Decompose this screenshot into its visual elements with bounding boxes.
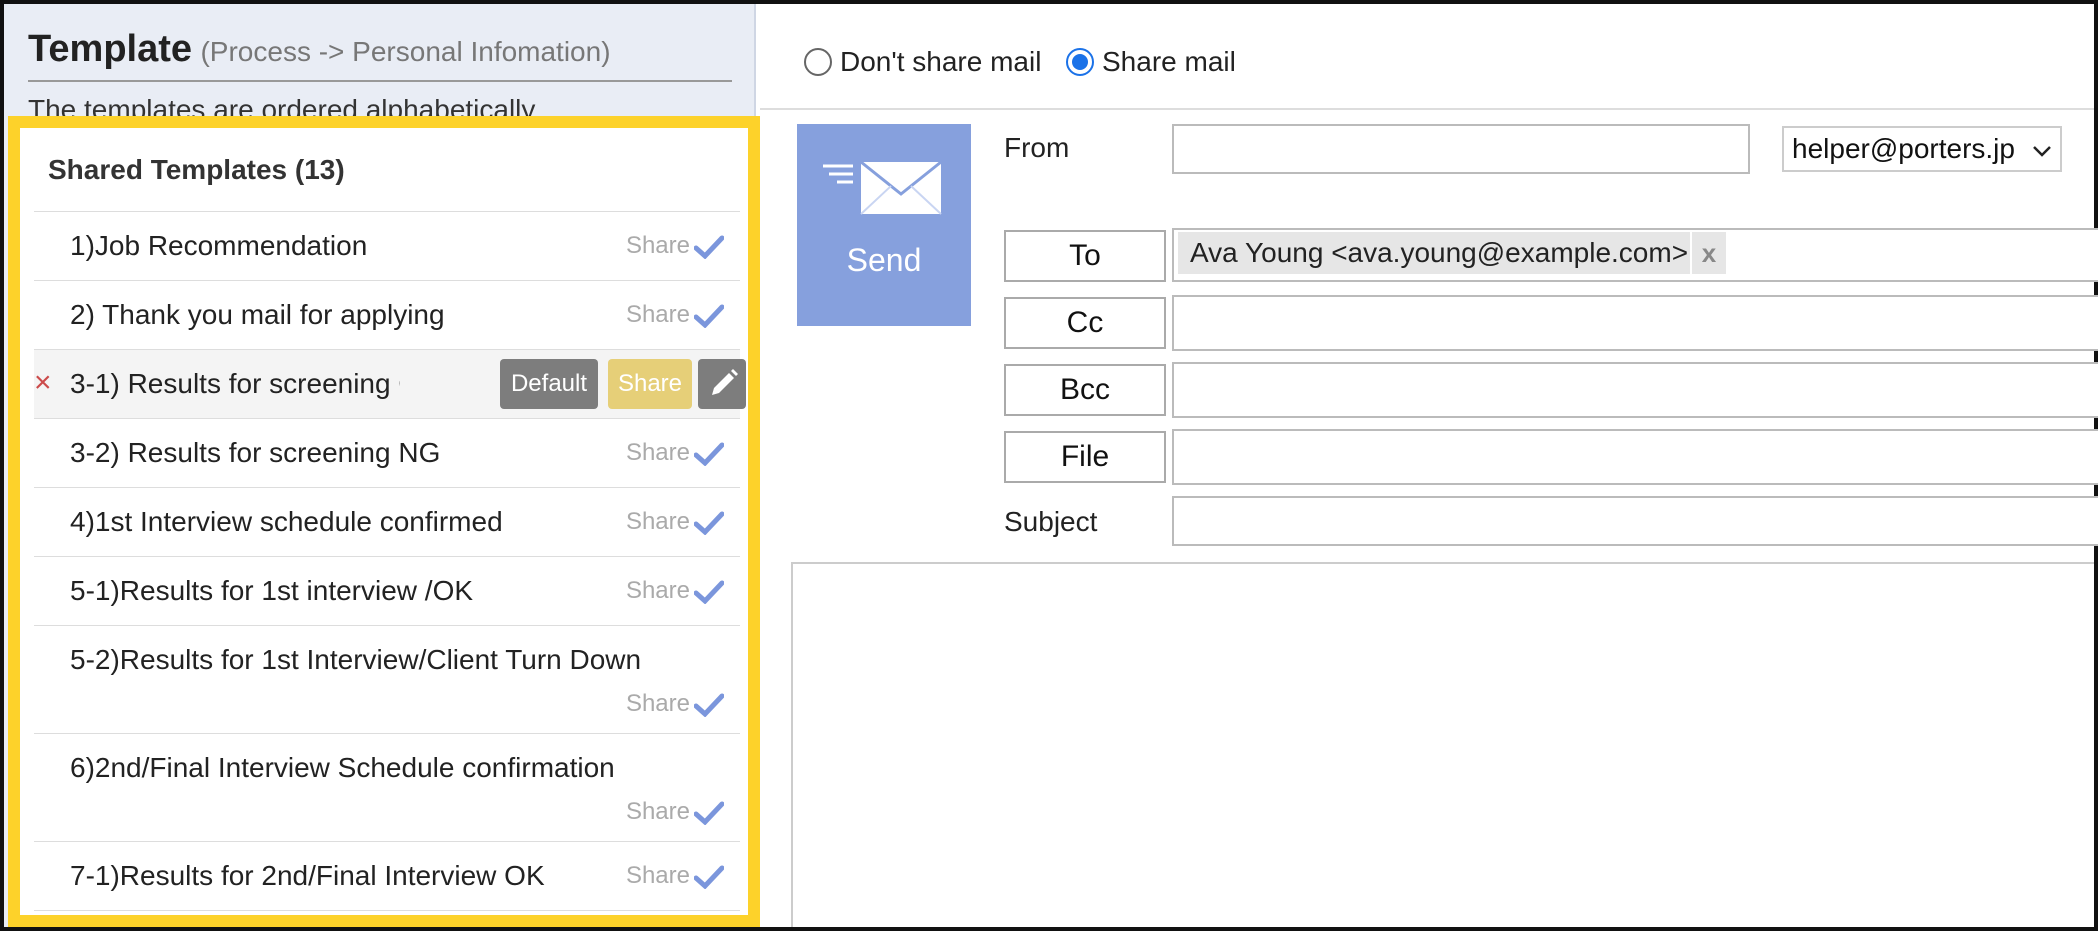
pencil-icon bbox=[712, 369, 738, 395]
template-title: Template bbox=[28, 28, 193, 70]
share-indicator: Share bbox=[626, 577, 724, 605]
share-indicator: Share bbox=[626, 690, 724, 718]
share-toggle-button[interactable]: Share bbox=[608, 359, 692, 409]
cc-input[interactable] bbox=[1172, 295, 2098, 351]
send-button[interactable]: Send bbox=[797, 124, 971, 326]
check-icon bbox=[694, 511, 724, 535]
template-row-active[interactable]: × 3-1) Results for screening OK Default … bbox=[34, 350, 746, 419]
from-label: From bbox=[1004, 132, 1070, 163]
subject-label: Subject bbox=[1004, 506, 1098, 537]
check-icon bbox=[694, 693, 724, 717]
check-icon bbox=[694, 235, 724, 259]
share-indicator: Share bbox=[626, 508, 724, 536]
file-button[interactable]: File bbox=[1004, 431, 1166, 483]
template-row[interactable]: 5-1)Results for 1st interview /OK Share bbox=[34, 557, 740, 626]
send-label: Send bbox=[846, 242, 922, 278]
check-icon bbox=[694, 580, 724, 604]
share-indicator: Share bbox=[626, 301, 724, 329]
mail-body-editor[interactable] bbox=[791, 562, 2094, 927]
template-subtitle: (Process -> Personal Infomation) bbox=[200, 36, 611, 67]
share-indicator: Share bbox=[626, 798, 724, 826]
file-input[interactable] bbox=[1172, 429, 2098, 485]
check-icon bbox=[694, 442, 724, 466]
to-recipient-chip[interactable]: Ava Young <ava.young@example.com> bbox=[1178, 232, 1701, 274]
template-row[interactable]: 7-1)Results for 2nd/Final Interview OK S… bbox=[34, 842, 740, 911]
envelope-icon bbox=[823, 160, 942, 215]
template-row[interactable]: 3-2) Results for screening NG Share bbox=[34, 419, 740, 488]
shared-templates-header: Shared Templates (13) bbox=[34, 128, 740, 212]
share-indicator: Share bbox=[626, 862, 724, 890]
edit-button[interactable] bbox=[698, 359, 746, 409]
delete-icon[interactable]: × bbox=[34, 366, 52, 400]
template-row[interactable]: 6)2nd/Final Interview Schedule confirmat… bbox=[34, 734, 740, 842]
template-label[interactable]: 7-1)Results for 2nd/Final Interview OK bbox=[70, 860, 545, 892]
shared-templates-highlight: Shared Templates (13) 1)Job Recommendati… bbox=[8, 116, 760, 927]
template-row[interactable]: 4)1st Interview schedule confirmed Share bbox=[34, 488, 740, 557]
bcc-input[interactable] bbox=[1172, 362, 2098, 418]
dont-share-radio[interactable]: Don't share mail bbox=[804, 46, 1041, 78]
template-label[interactable]: 2) Thank you mail for applying bbox=[70, 299, 445, 331]
template-row[interactable]: 2) Thank you mail for applying Share bbox=[34, 281, 740, 350]
title-divider bbox=[28, 80, 732, 82]
share-options-bar: Don't share mail Share mail bbox=[760, 4, 2094, 110]
template-label[interactable]: 3-2) Results for screening NG bbox=[70, 437, 440, 469]
from-input[interactable] bbox=[1172, 124, 1750, 174]
share-indicator: Share bbox=[626, 439, 724, 467]
share-mail-radio[interactable]: Share mail bbox=[1066, 46, 1236, 78]
template-row[interactable]: 5-2)Results for 1st Interview/Client Tur… bbox=[34, 626, 740, 734]
radio-on-icon[interactable] bbox=[1066, 48, 1094, 76]
shared-templates-list: Shared Templates (13) 1)Job Recommendati… bbox=[34, 128, 746, 911]
share-indicator: Share bbox=[626, 232, 724, 260]
template-label[interactable]: 1)Job Recommendation bbox=[70, 230, 367, 262]
bcc-button[interactable]: Bcc bbox=[1004, 364, 1166, 416]
check-icon bbox=[694, 304, 724, 328]
chevron-down-icon bbox=[2032, 145, 2051, 157]
template-label[interactable]: 4)1st Interview schedule confirmed bbox=[70, 506, 503, 538]
check-icon bbox=[694, 865, 724, 889]
cc-button[interactable]: Cc bbox=[1004, 297, 1166, 349]
set-default-button[interactable]: Default bbox=[500, 359, 598, 409]
remove-recipient-icon[interactable]: x bbox=[1690, 232, 1726, 274]
radio-off-icon[interactable] bbox=[804, 48, 832, 76]
template-label[interactable]: 5-2)Results for 1st Interview/Client Tur… bbox=[70, 644, 641, 676]
template-label[interactable]: 5-1)Results for 1st interview /OK bbox=[70, 575, 473, 607]
template-label[interactable]: 3-1) Results for screening OK bbox=[70, 368, 400, 400]
subject-input[interactable] bbox=[1172, 496, 2098, 546]
check-icon bbox=[694, 801, 724, 825]
to-button[interactable]: To bbox=[1004, 230, 1166, 282]
template-label[interactable]: 6)2nd/Final Interview Schedule confirmat… bbox=[70, 752, 615, 784]
from-account-select[interactable]: helper@porters.jp bbox=[1782, 126, 2062, 172]
template-row[interactable]: 1)Job Recommendation Share bbox=[34, 212, 740, 281]
